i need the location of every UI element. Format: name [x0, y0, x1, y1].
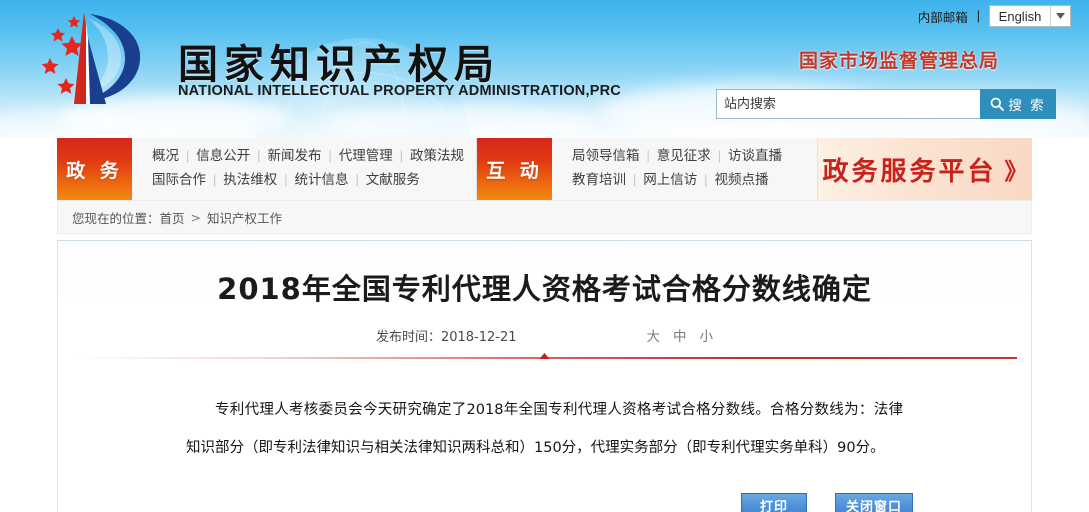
article-card: 2018年全国专利代理人资格考试合格分数线确定 发布时间：2018-12-21 …	[57, 240, 1032, 512]
breadcrumb-zone: 您现在的位置： 首页 > 知识产权工作	[0, 200, 1089, 234]
chevron-down-icon	[1050, 6, 1070, 26]
logo-title-en: NATIONAL INTELLECTUAL PROPERTY ADMINISTR…	[178, 83, 621, 99]
nav-item-guojihezuo[interactable]: 国际合作	[152, 171, 206, 190]
nav-pipe: |	[717, 149, 721, 163]
language-select-value: English	[998, 8, 1042, 24]
nav-row: 局领导信箱 | 意见征求 | 访谈直播	[572, 147, 803, 166]
publish-date: 发布时间：2018-12-21	[375, 329, 517, 345]
site-header: 国家知识产权局 NATIONAL INTELLECTUAL PROPERTY A…	[0, 0, 1089, 138]
nav-pipe: |	[633, 173, 637, 187]
breadcrumb: 您现在的位置： 首页 > 知识产权工作	[57, 200, 1032, 234]
nav-row: 概况 | 信息公开 | 新闻发布 | 代理管理 | 政策法规	[152, 147, 464, 166]
nav-pipe: |	[328, 149, 332, 163]
nav-item-julingdaoxinxiang[interactable]: 局领导信箱	[572, 147, 640, 166]
breadcrumb-separator: >	[190, 209, 202, 225]
article-meta: 发布时间：2018-12-21 大 中 小	[58, 325, 1031, 345]
breadcrumb-prefix: 您现在的位置：	[72, 210, 160, 226]
nav-pipe: |	[355, 173, 359, 187]
close-window-button[interactable]: 关闭窗口	[835, 493, 913, 512]
nav-pipe: |	[257, 149, 261, 163]
government-service-platform-button[interactable]: 政务服务平台 》	[818, 138, 1032, 200]
admin-bureau-title: 国家市场监督管理总局	[798, 50, 999, 72]
utility-separator: |	[976, 9, 980, 23]
nav-item-tongjixinxi[interactable]: 统计信息	[295, 171, 349, 190]
article-zone: 2018年全国专利代理人资格考试合格分数线确定 发布时间：2018-12-21 …	[0, 234, 1089, 512]
nav-item-gaikuang[interactable]: 概况	[152, 147, 179, 166]
print-button[interactable]: 打印	[741, 493, 807, 512]
title-divider	[72, 357, 1017, 359]
nav-links-interaction: 局领导信箱 | 意见征求 | 访谈直播 教育培训 | 网上信访 | 视频点播	[552, 138, 818, 200]
nav-row: 教育培训 | 网上信访 | 视频点播	[572, 171, 803, 190]
search-input[interactable]	[716, 89, 980, 119]
site-logo[interactable]: 国家知识产权局 NATIONAL INTELLECTUAL PROPERTY A…	[28, 8, 628, 128]
search-icon	[990, 97, 1005, 111]
logo-title-cn: 国家知识产权局	[178, 42, 500, 88]
nav-item-zhifaweiquan[interactable]: 执法维权	[223, 171, 277, 190]
double-chevron-right-icon: 》	[1004, 158, 1028, 184]
platform-label: 政务服务平台	[822, 156, 997, 187]
main-navigation: 政 务 概况 | 信息公开 | 新闻发布 | 代理管理 | 政策法规 国际合作 …	[57, 138, 1032, 200]
nav-pipe: |	[646, 149, 650, 163]
nav-item-wenxianfuwu[interactable]: 文献服务	[366, 171, 420, 190]
font-size-small[interactable]: 小	[700, 325, 714, 345]
nav-pipe: |	[399, 149, 403, 163]
nav-item-jiaoyupeixun[interactable]: 教育培训	[572, 171, 626, 190]
nav-pipe: |	[186, 149, 190, 163]
header-utilities: 内部邮箱 | English	[918, 5, 1071, 27]
nav-pipe: |	[704, 173, 708, 187]
font-size-large[interactable]: 大	[647, 325, 661, 345]
font-size-medium[interactable]: 中	[673, 325, 687, 345]
search-button[interactable]: 搜 索	[980, 89, 1056, 119]
nav-item-yijianzhengqiu[interactable]: 意见征求	[657, 147, 711, 166]
nav-item-zhengcefagui[interactable]: 政策法规	[410, 147, 464, 166]
nav-item-wangshangxinfang[interactable]: 网上信访	[643, 171, 697, 190]
nav-item-xinxigongkai[interactable]: 信息公开	[196, 147, 250, 166]
nav-item-fangtanzhibo[interactable]: 访谈直播	[728, 147, 782, 166]
cnipa-emblem-icon	[41, 12, 141, 104]
article-actions: 打印 关闭窗口	[58, 467, 1031, 512]
nav-links-government: 概况 | 信息公开 | 新闻发布 | 代理管理 | 政策法规 国际合作 | 执法…	[132, 138, 477, 200]
nav-tag-interaction[interactable]: 互 动	[477, 138, 552, 200]
main-navigation-zone: 政 务 概况 | 信息公开 | 新闻发布 | 代理管理 | 政策法规 国际合作 …	[0, 138, 1089, 200]
nav-row: 国际合作 | 执法维权 | 统计信息 | 文献服务	[152, 171, 462, 190]
search-button-label: 搜 索	[1008, 98, 1046, 114]
breadcrumb-item-home[interactable]: 首页	[160, 208, 185, 227]
article-body: 专利代理人考核委员会今天研究确定了2018年全国专利代理人资格考试合格分数线。合…	[186, 402, 903, 456]
internal-mail-link[interactable]: 内部邮箱	[918, 7, 968, 26]
font-size-controls: 大 中 小	[647, 325, 714, 345]
nav-item-xinwenfabu[interactable]: 新闻发布	[268, 147, 322, 166]
nav-item-shipindianbo[interactable]: 视频点播	[715, 171, 769, 190]
language-select[interactable]: English	[989, 5, 1071, 27]
nav-pipe: |	[284, 173, 288, 187]
page-title: 2018年全国专利代理人资格考试合格分数线确定	[217, 272, 872, 306]
nav-pipe: |	[213, 173, 217, 187]
nav-tag-government[interactable]: 政 务	[57, 138, 132, 200]
breadcrumb-item-current[interactable]: 知识产权工作	[207, 208, 282, 227]
nav-item-dailiguanli[interactable]: 代理管理	[339, 147, 393, 166]
site-search: 搜 索	[716, 89, 1056, 119]
